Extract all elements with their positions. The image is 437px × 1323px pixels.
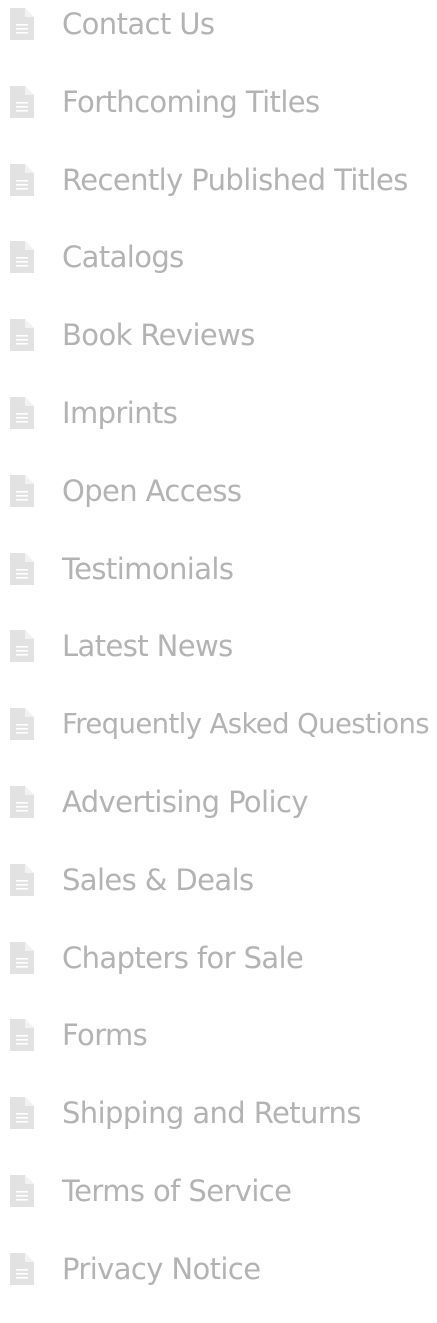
nav-link-testimonials[interactable]: Testimonials — [0, 545, 437, 623]
nav-link-recently-published-titles[interactable]: Recently Published Titles — [0, 156, 437, 234]
nav-link-label: Testimonials — [62, 551, 234, 586]
nav-link-label: Terms of Service — [62, 1173, 292, 1208]
nav-link-label: Contact Us — [62, 7, 215, 41]
document-icon — [10, 85, 34, 118]
document-icon — [10, 474, 34, 507]
list-item: Recently Published Titles — [0, 156, 437, 234]
list-item: Frequently Asked Questions — [0, 700, 437, 778]
nav-link-label: Frequently Asked Questions — [62, 708, 430, 741]
list-item: Forms — [0, 1011, 437, 1089]
nav-link-label: Imprints — [62, 395, 178, 430]
nav-link-label: Forthcoming Titles — [62, 84, 320, 119]
nav-link-faq[interactable]: Frequently Asked Questions — [0, 700, 437, 778]
footer-link-list: Contact Us Forthcoming Titles Recently P… — [0, 0, 437, 1323]
nav-link-advertising-policy[interactable]: Advertising Policy — [0, 778, 437, 856]
nav-link-imprints[interactable]: Imprints — [0, 389, 437, 467]
list-item: Advertising Policy — [0, 778, 437, 856]
document-icon — [10, 163, 34, 196]
list-item: Latest News — [0, 622, 437, 700]
document-icon — [10, 552, 34, 585]
document-icon — [10, 1252, 34, 1285]
document-icon — [10, 863, 34, 896]
list-item: Sales & Deals — [0, 856, 437, 934]
nav-link-open-access[interactable]: Open Access — [0, 467, 437, 545]
nav-link-label: Book Reviews — [62, 318, 255, 353]
nav-link-label: Forms — [62, 1018, 148, 1053]
document-icon — [10, 1019, 34, 1052]
document-icon — [10, 630, 34, 663]
nav-link-sales-deals[interactable]: Sales & Deals — [0, 856, 437, 934]
list-item: Contact Us — [0, 0, 437, 78]
nav-link-label: Recently Published Titles — [62, 162, 408, 197]
nav-link-contact-us[interactable]: Contact Us — [0, 0, 437, 78]
nav-link-label: Sales & Deals — [62, 862, 254, 897]
list-item: Privacy Notice — [0, 1245, 437, 1323]
document-icon — [10, 941, 34, 974]
document-icon — [10, 319, 34, 352]
nav-link-privacy-notice[interactable]: Privacy Notice — [0, 1245, 437, 1323]
document-icon — [10, 1174, 34, 1207]
list-item: Open Access — [0, 467, 437, 545]
nav-link-catalogs[interactable]: Catalogs — [0, 233, 437, 311]
document-icon — [10, 8, 34, 40]
nav-link-label: Chapters for Sale — [62, 940, 304, 975]
nav-link-book-reviews[interactable]: Book Reviews — [0, 311, 437, 389]
document-icon — [10, 241, 34, 274]
list-item: Terms of Service — [0, 1167, 437, 1245]
nav-link-label: Privacy Notice — [62, 1251, 261, 1286]
nav-link-label: Open Access — [62, 473, 242, 508]
list-item: Imprints — [0, 389, 437, 467]
nav-link-label: Advertising Policy — [62, 784, 308, 819]
nav-link-chapters-for-sale[interactable]: Chapters for Sale — [0, 934, 437, 1012]
nav-link-forms[interactable]: Forms — [0, 1011, 437, 1089]
nav-link-terms-of-service[interactable]: Terms of Service — [0, 1167, 437, 1245]
document-icon — [10, 1097, 34, 1130]
list-item: Testimonials — [0, 545, 437, 623]
list-item: Chapters for Sale — [0, 934, 437, 1012]
document-icon — [10, 785, 34, 818]
list-item: Forthcoming Titles — [0, 78, 437, 156]
document-icon — [10, 396, 34, 429]
nav-link-latest-news[interactable]: Latest News — [0, 622, 437, 700]
document-icon — [10, 708, 34, 741]
nav-link-forthcoming-titles[interactable]: Forthcoming Titles — [0, 78, 437, 156]
nav-link-label: Shipping and Returns — [62, 1096, 361, 1131]
nav-link-label: Catalogs — [62, 240, 184, 275]
list-item: Catalogs — [0, 233, 437, 311]
nav-link-shipping-and-returns[interactable]: Shipping and Returns — [0, 1089, 437, 1167]
list-item: Book Reviews — [0, 311, 437, 389]
list-item: Shipping and Returns — [0, 1089, 437, 1167]
nav-link-label: Latest News — [62, 629, 233, 664]
